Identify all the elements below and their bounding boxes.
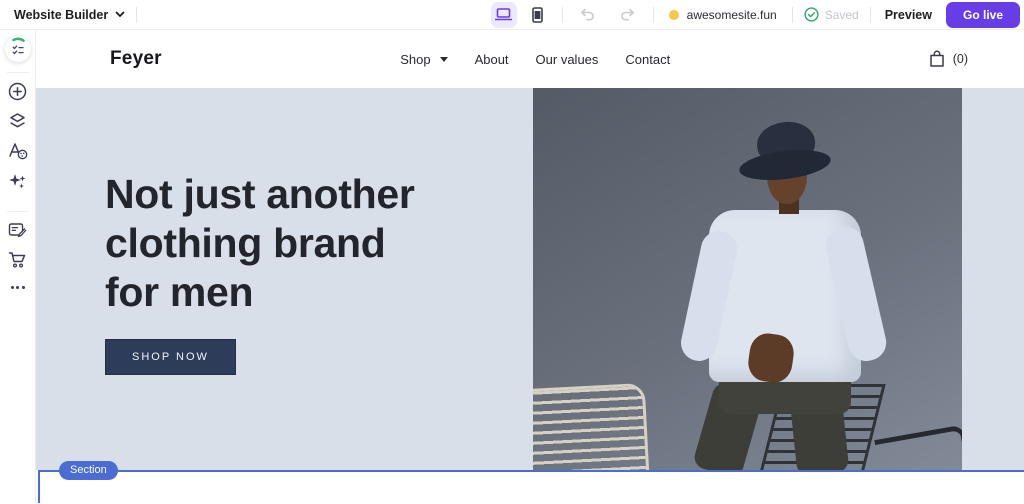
checklist-progress-icon [6,37,30,61]
mobile-icon [532,7,543,23]
layers-icon [8,112,27,130]
plus-circle-icon [8,82,27,101]
more-button[interactable] [11,286,25,289]
site-cart[interactable]: (0) [929,50,968,68]
undo-button[interactable] [577,4,599,26]
blog-button[interactable] [8,220,28,240]
site-canvas: Feyer Shop About Our values Contact (0) … [36,30,1024,503]
redo-button[interactable] [617,4,639,26]
nav-item-contact[interactable]: Contact [625,52,670,67]
site-logo[interactable]: Feyer [110,48,162,70]
divider [562,7,563,23]
divider [136,7,137,23]
section-badge[interactable]: Section [59,461,118,480]
mobile-view-button[interactable] [525,2,551,28]
photo-wire-chair [533,383,649,470]
check-circle-icon [804,7,819,22]
editor-sidebar [0,30,36,503]
website-builder-menu[interactable]: Website Builder [14,8,125,22]
chevron-down-icon [440,57,448,62]
store-button[interactable] [8,250,28,270]
site-nav-links: Shop About Our values Contact [400,52,670,67]
hero-photo[interactable] [533,88,962,470]
hero-heading[interactable]: Not just another clothing brand for men [105,170,485,316]
site-header[interactable]: Feyer Shop About Our values Contact (0) [36,30,1024,88]
more-icon [11,286,14,289]
photo-chair-frame [874,424,962,470]
photo-bucket-hat-brim [738,145,833,184]
onboarding-checklist-button[interactable] [5,36,31,62]
shop-now-button[interactable]: SHOP NOW [105,339,236,375]
preview-button[interactable]: Preview [885,8,932,22]
website-builder-label: Website Builder [14,8,108,22]
sparkles-icon [8,172,27,191]
divider [792,7,793,23]
redo-icon [620,8,635,21]
divider [7,211,29,212]
divider [653,7,654,23]
editor-topbar: Website Builder awesomesite [0,0,1024,30]
selected-section-outline[interactable]: Section [38,470,1024,503]
chevron-down-icon [115,11,125,18]
nav-item-shop[interactable]: Shop [400,52,447,67]
nav-item-our-values[interactable]: Our values [536,52,599,67]
save-status: Saved [804,7,859,22]
cart-count: (0) [953,52,968,66]
hero-section[interactable]: Not just another clothing brand for men … [36,88,1024,470]
layers-button[interactable] [8,111,28,131]
cart-icon [8,251,27,269]
saved-label: Saved [825,8,859,22]
site-domain[interactable]: awesomesite.fun [669,8,777,22]
divider [870,7,871,23]
desktop-view-button[interactable] [491,2,517,28]
typography-palette-icon [8,142,28,160]
go-live-button[interactable]: Go live [946,2,1020,28]
text-styles-button[interactable] [8,141,28,161]
desktop-icon [495,8,512,21]
ai-tools-button[interactable] [8,171,28,191]
undo-icon [580,8,595,21]
domain-name: awesomesite.fun [687,8,777,22]
add-element-button[interactable] [8,81,28,101]
blog-edit-icon [8,222,27,239]
domain-status-dot [669,10,679,20]
divider [7,72,29,73]
nav-shop-label: Shop [400,52,430,67]
shopping-bag-icon [929,50,945,68]
nav-item-about[interactable]: About [475,52,509,67]
